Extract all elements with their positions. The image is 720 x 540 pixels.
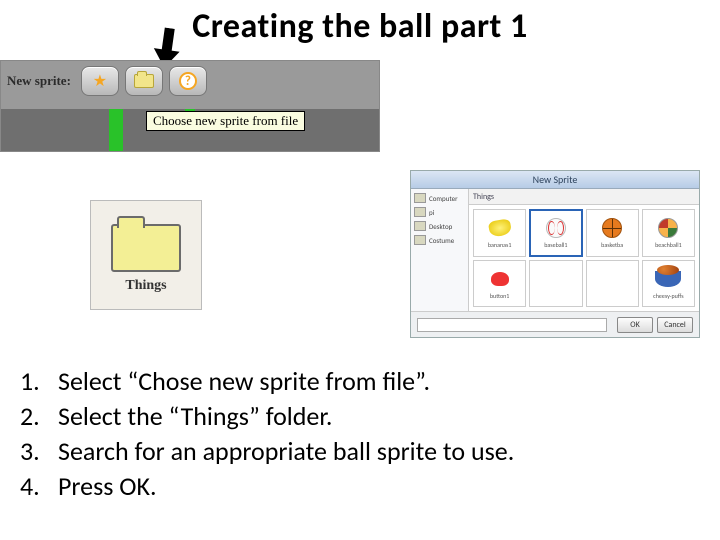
instructions-list: 1.Select “Chose new sprite from file”.2.… bbox=[20, 364, 514, 504]
new-sprite-dialog: New Sprite Computer pi Desktop Costume T… bbox=[410, 170, 700, 338]
redblob-icon bbox=[491, 272, 509, 286]
file-item[interactable]: beachball1 bbox=[642, 209, 695, 257]
file-item[interactable]: basketba bbox=[586, 209, 639, 257]
file-item[interactable]: bananas1 bbox=[473, 209, 526, 257]
drive-icon bbox=[414, 193, 426, 203]
baseball-icon bbox=[546, 218, 566, 238]
folder-icon bbox=[134, 74, 154, 88]
stage-strip: Choose new sprite from file bbox=[1, 109, 379, 151]
beachball-icon bbox=[658, 218, 678, 238]
sidebar-item[interactable]: Desktop bbox=[414, 221, 465, 231]
sidebar-item[interactable]: pi bbox=[414, 207, 465, 217]
file-item[interactable]: cheesy-puffs bbox=[642, 260, 695, 308]
paint-new-sprite-button[interactable]: ★ bbox=[81, 66, 119, 96]
file-grid: bananas1baseball1basketbabeachball1 butto… bbox=[469, 205, 699, 311]
bananas-icon bbox=[487, 218, 511, 238]
drive-icon bbox=[414, 221, 426, 231]
things-folder-tile[interactable]: Things bbox=[90, 200, 202, 310]
file-item[interactable]: baseball1 bbox=[529, 209, 582, 257]
dialog-path[interactable]: Things bbox=[469, 189, 699, 205]
tooltip: Choose new sprite from file bbox=[146, 111, 305, 131]
basketball-icon bbox=[602, 218, 622, 238]
instruction-step: 3.Search for an appropriate ball sprite … bbox=[20, 434, 514, 469]
cancel-button[interactable]: Cancel bbox=[657, 317, 693, 333]
surprise-sprite-button[interactable]: ? bbox=[169, 66, 207, 96]
question-icon: ? bbox=[179, 72, 197, 90]
bowl-icon bbox=[655, 271, 681, 287]
sidebar-item[interactable]: Costume bbox=[414, 235, 465, 245]
folder-label: Things bbox=[125, 278, 166, 294]
dialog-sidebar: Computer pi Desktop Costume bbox=[411, 189, 469, 311]
filename-input[interactable] bbox=[417, 318, 607, 332]
star-icon: ★ bbox=[93, 71, 107, 91]
new-sprite-toolbar: New sprite: ★ ? Choose new sprite from f… bbox=[0, 60, 380, 152]
drive-icon bbox=[414, 235, 426, 245]
instruction-step: 2.Select the “Things” folder. bbox=[20, 399, 514, 434]
choose-sprite-from-file-button[interactable] bbox=[125, 66, 163, 96]
page-title: Creating the ball part 1 bbox=[0, 0, 720, 47]
file-item[interactable] bbox=[586, 260, 639, 308]
instruction-step: 4.Press OK. bbox=[20, 469, 514, 504]
sprite-thumb-strip bbox=[109, 109, 123, 151]
folder-icon bbox=[111, 224, 181, 272]
new-sprite-label: New sprite: bbox=[7, 73, 71, 89]
instruction-step: 1.Select “Chose new sprite from file”. bbox=[20, 364, 514, 399]
ok-button[interactable]: OK bbox=[617, 317, 653, 333]
dialog-title: New Sprite bbox=[411, 171, 699, 189]
drive-icon bbox=[414, 207, 426, 217]
file-item[interactable] bbox=[529, 260, 582, 308]
file-item[interactable]: button1 bbox=[473, 260, 526, 308]
sidebar-item[interactable]: Computer bbox=[414, 193, 465, 203]
